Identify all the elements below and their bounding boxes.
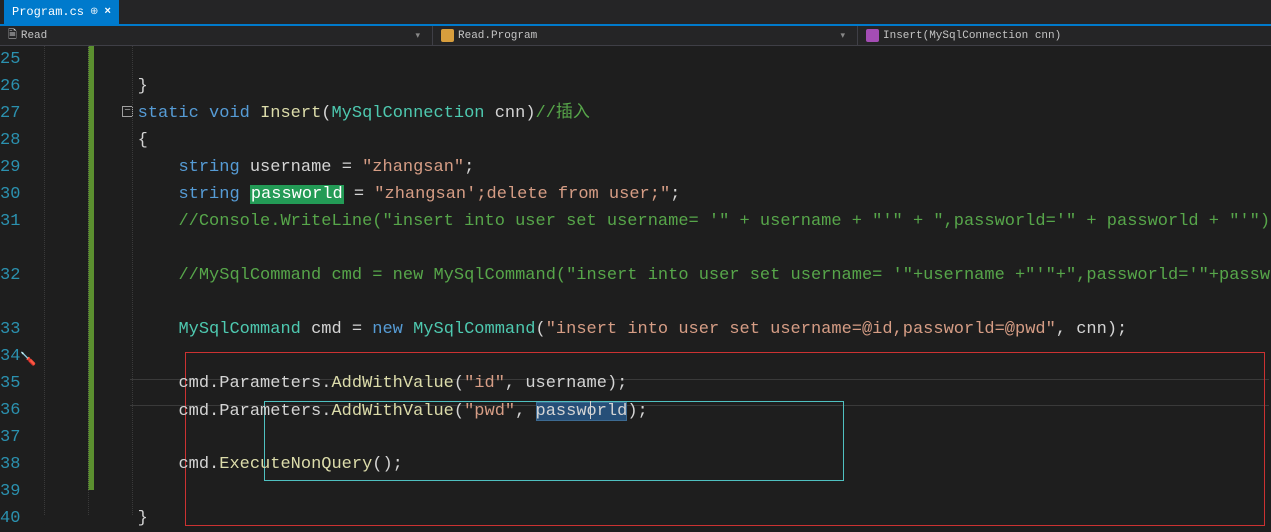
method-icon [866,29,879,42]
line-number: 26 [0,73,20,100]
line-number: 31 [0,208,20,235]
code-line[interactable]: } [76,73,1271,100]
code-area[interactable]: } static void Insert(MySqlConnection cnn… [38,46,1271,515]
line-number [0,289,20,316]
code-line[interactable]: //MySqlCommand cmd = new MySqlCommand("i… [76,262,1271,316]
code-line[interactable] [76,478,1271,505]
line-number: 28 [0,127,20,154]
line-number [0,235,20,262]
line-number: 37 [0,424,20,451]
code-line[interactable]: } [76,505,1271,532]
line-number: 27 [0,100,20,127]
nav-method[interactable]: Insert(MySqlConnection cnn) [857,26,1271,45]
code-line[interactable]: { [76,127,1271,154]
code-line[interactable]: string passworld = "zhangsan';delete fro… [76,181,1271,208]
nav-bar: 🗎 Read ▾ Read.Program ▾ Insert(MySqlConn… [0,26,1271,46]
line-number: 34 [0,343,20,370]
line-number: 33 [0,316,20,343]
line-number: 35 [0,370,20,397]
nav-scope-label: Read [21,30,47,42]
line-number: 40 [0,505,20,532]
page-icon: 🗎 [8,26,17,45]
selection-passworld: passworld [536,402,628,421]
code-line[interactable]: //Console.WriteLine("insert into user se… [76,208,1271,262]
code-line[interactable] [76,343,1271,370]
code-line[interactable]: static void Insert(MySqlConnection cnn)/… [76,100,1271,127]
screwdriver-icon[interactable]: 🪛 [20,346,36,373]
line-number: 29 [0,154,20,181]
line-number: 38 [0,451,20,478]
line-number: 36 [0,397,20,424]
line-number: 32 [0,262,20,289]
text-caret [590,401,591,419]
code-line[interactable]: MySqlCommand cmd = new MySqlCommand("ins… [76,316,1271,343]
nav-class[interactable]: Read.Program ▾ [432,26,857,45]
chevron-down-icon[interactable]: ▾ [840,31,845,41]
class-icon [441,29,454,42]
file-tab[interactable]: Program.cs ⊕ × [4,0,119,24]
code-line[interactable]: cmd.ExecuteNonQuery(); [76,451,1271,478]
code-line[interactable]: cmd.Parameters.AddWithValue("pwd", passw… [76,397,1271,424]
tab-bar: Program.cs ⊕ × [0,0,1271,26]
code-line[interactable]: cmd.Parameters.AddWithValue("id", userna… [76,370,1271,397]
line-number: 39 [0,478,20,505]
line-number: 25 [0,46,20,73]
tab-filename: Program.cs [12,5,84,19]
nav-class-label: Read.Program [458,30,537,42]
code-line[interactable] [76,424,1271,451]
nav-scope[interactable]: 🗎 Read ▾ [0,26,432,45]
pin-icon[interactable]: ⊕ [90,6,98,18]
close-icon[interactable]: × [104,6,111,18]
chevron-down-icon[interactable]: ▾ [415,31,420,41]
code-line[interactable] [76,46,1271,73]
highlight-passworld: passworld [250,185,344,204]
line-number: 30 [0,181,20,208]
gutter: 🪛 25262728293031323334353637383940 [0,46,38,515]
code-line[interactable]: string username = "zhangsan"; [76,154,1271,181]
code-editor[interactable]: 🪛 25262728293031323334353637383940 − } s… [0,46,1271,515]
nav-method-label: Insert(MySqlConnection cnn) [883,30,1061,42]
